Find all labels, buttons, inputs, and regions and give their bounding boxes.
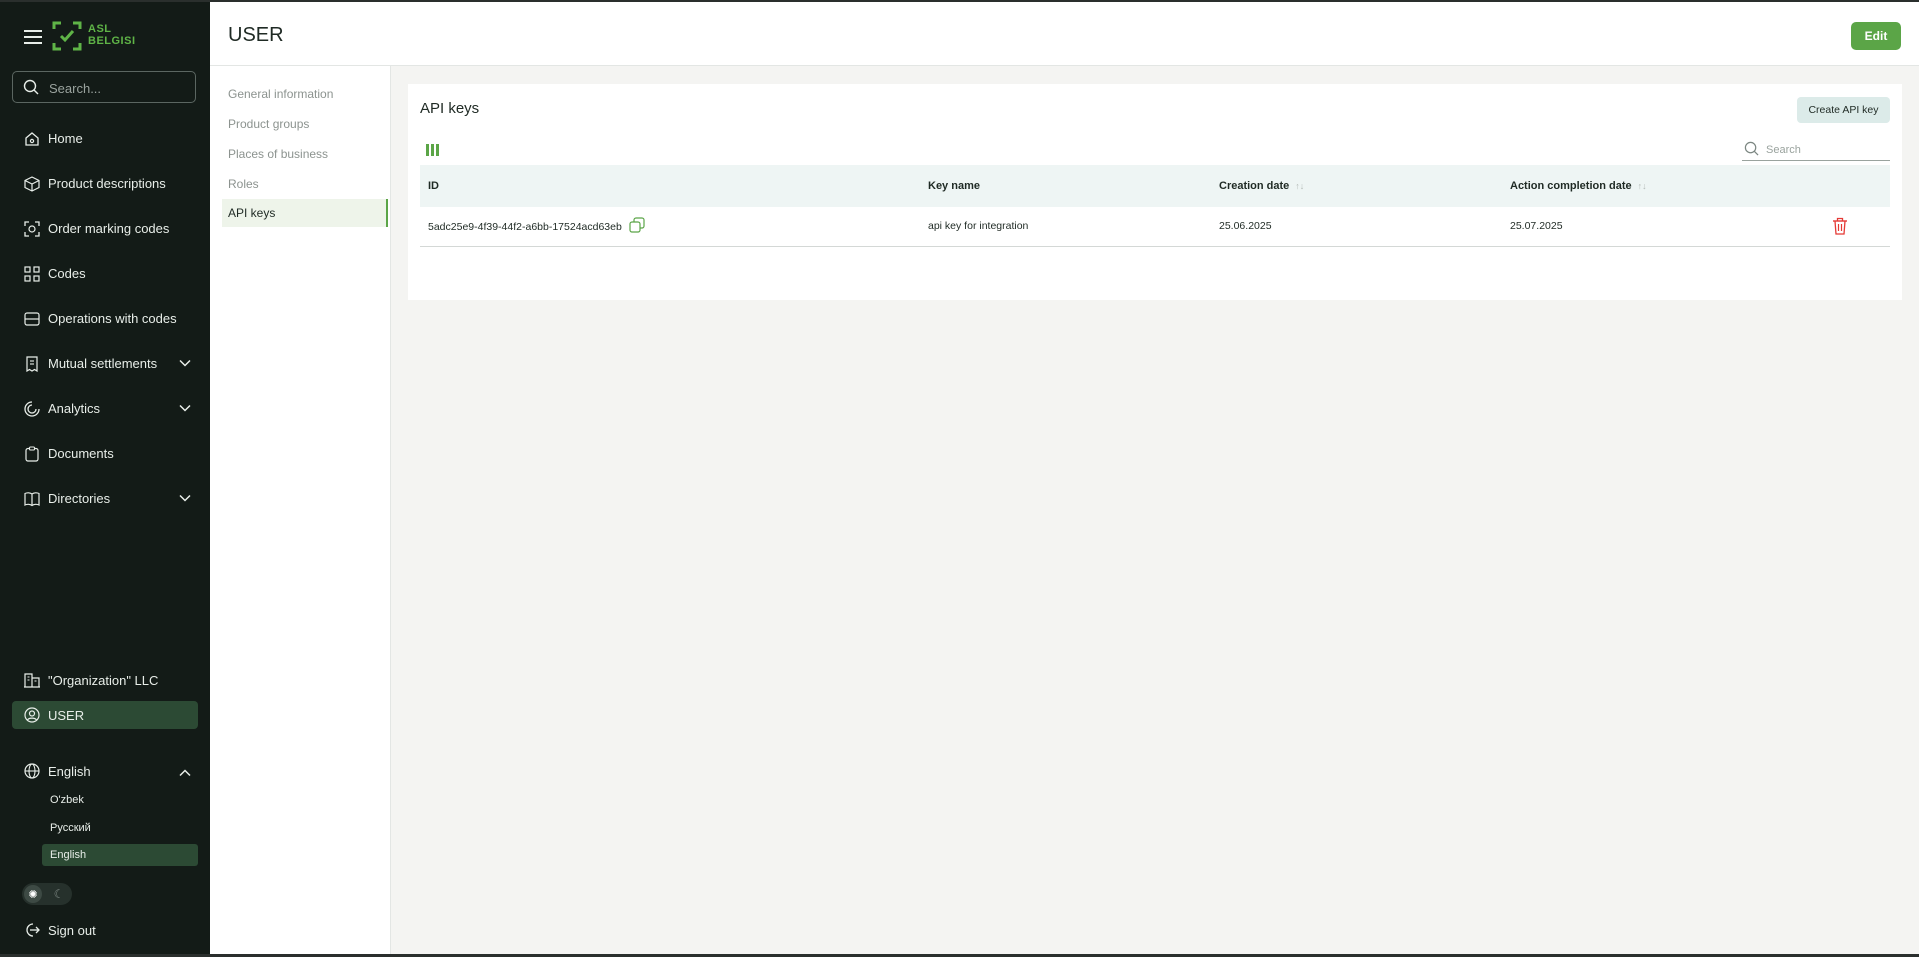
column-header-key-name: Key name: [928, 180, 980, 192]
book-icon: [22, 489, 42, 509]
api-keys-table: ID Key name Creation date ↑↓ Action comp…: [420, 165, 1890, 247]
language-option-russian[interactable]: Русский: [42, 817, 198, 839]
sidebar-item-mutual-settlements[interactable]: Mutual settlements: [12, 341, 198, 386]
home-icon: [22, 129, 42, 149]
column-header-label: ID: [428, 180, 439, 192]
language-current: English: [48, 763, 91, 779]
user-item[interactable]: USER: [12, 701, 198, 729]
table-header: ID Key name Creation date ↑↓ Action comp…: [420, 165, 1890, 207]
hamburger-menu-icon[interactable]: [24, 30, 42, 44]
sidebar-item-label: Analytics: [48, 401, 101, 416]
logo-line-2: BELGISI: [88, 35, 136, 47]
column-header-label: Creation date: [1219, 180, 1290, 192]
column-header-id: ID: [428, 180, 439, 192]
stack-icon: [22, 309, 42, 329]
box-icon: [22, 174, 42, 194]
sort-icon[interactable]: ↑↓: [1638, 181, 1647, 191]
user-name: USER: [48, 707, 85, 723]
language-option-uzbek[interactable]: O'zbek: [42, 789, 198, 811]
sidebar-item-label: Product descriptions: [48, 176, 166, 191]
sidebar-item-directories[interactable]: Directories: [12, 476, 198, 521]
sun-icon[interactable]: ✺: [24, 885, 42, 903]
logo-mark-icon: [52, 21, 82, 51]
moon-icon[interactable]: ☾: [50, 885, 68, 903]
organization-name: "Organization" LLC: [48, 672, 159, 688]
sidebar-item-order-marking-codes[interactable]: Order marking codes: [12, 206, 198, 251]
sidebar-item-label: Documents: [48, 446, 114, 461]
search-icon: [1744, 141, 1759, 156]
panel-title: API keys: [420, 100, 480, 117]
sidebar-item-label: Mutual settlements: [48, 356, 158, 371]
copy-icon[interactable]: [629, 217, 645, 233]
column-header-label: Action completion date: [1510, 180, 1632, 192]
chevron-up-icon[interactable]: [178, 766, 192, 780]
chart-icon: [22, 399, 42, 419]
column-header-label: Key name: [928, 180, 980, 192]
sign-out-label: Sign out: [48, 922, 96, 938]
tab-roles[interactable]: Roles: [222, 170, 388, 198]
sidebar-nav: Home Product descriptions Order marking …: [12, 116, 198, 521]
table-search-input[interactable]: [1764, 141, 1888, 159]
tab-general-information[interactable]: General information: [222, 80, 388, 108]
tab-product-groups[interactable]: Product groups: [222, 110, 388, 138]
brand-bar: ASL BELGISI: [0, 16, 210, 60]
scan-icon: [22, 219, 42, 239]
sidebar-item-label: Operations with codes: [48, 311, 177, 326]
sidebar-item-label: Codes: [48, 266, 86, 281]
create-api-key-button[interactable]: Create API key: [1797, 97, 1890, 123]
sidebar-search: [12, 71, 196, 103]
trash-icon[interactable]: [1832, 217, 1848, 235]
sidebar-item-operations-with-codes[interactable]: Operations with codes: [12, 296, 198, 341]
column-header-completion-date[interactable]: Action completion date ↑↓: [1510, 180, 1647, 192]
page-header: USER Edit: [210, 2, 1919, 66]
search-icon: [23, 79, 39, 95]
sidebar-item-label: Order marking codes: [48, 221, 170, 236]
cell-key-name: api key for integration: [928, 220, 1029, 232]
theme-toggle[interactable]: ✺ ☾: [22, 883, 72, 905]
sidebar-item-codes[interactable]: Codes: [12, 251, 198, 296]
organization-item[interactable]: "Organization" LLC: [12, 666, 198, 694]
chevron-down-icon[interactable]: [178, 401, 192, 415]
sidebar-item-documents[interactable]: Documents: [12, 431, 198, 476]
receipt-icon: [22, 354, 42, 374]
sidebar-item-home[interactable]: Home: [12, 116, 198, 161]
sign-out-icon: [22, 920, 42, 940]
sign-out-button[interactable]: Sign out: [12, 916, 198, 944]
clipboard-icon: [22, 444, 42, 464]
api-keys-panel: API keys Create API key ID Key name Crea…: [408, 84, 1902, 300]
chevron-down-icon[interactable]: [178, 491, 192, 505]
logo-text: ASL BELGISI: [88, 23, 136, 47]
cell-completion-date: 25.07.2025: [1510, 220, 1563, 232]
cell-id: 5adc25e9-4f39-44f2-a6bb-17524acd63eb: [428, 217, 645, 233]
chevron-down-icon[interactable]: [178, 356, 192, 370]
sidebar-item-label: Directories: [48, 491, 111, 506]
building-icon: [22, 670, 42, 690]
logo-line-1: ASL: [88, 23, 112, 35]
column-header-creation-date[interactable]: Creation date ↑↓: [1219, 180, 1304, 192]
sidebar-item-label: Home: [48, 131, 83, 146]
page-title: USER: [228, 24, 284, 46]
sidebar: ASL BELGISI Home Product descriptions: [0, 2, 210, 957]
sidebar-search-input[interactable]: [47, 78, 191, 98]
table-search: [1742, 138, 1890, 161]
api-key-id: 5adc25e9-4f39-44f2-a6bb-17524acd63eb: [428, 220, 622, 233]
language-option-english[interactable]: English: [42, 844, 198, 866]
cell-creation-date: 25.06.2025: [1219, 220, 1272, 232]
columns-settings-icon[interactable]: [426, 144, 440, 156]
code-grid-icon: [22, 264, 42, 284]
table-row: 5adc25e9-4f39-44f2-a6bb-17524acd63eb api…: [420, 207, 1890, 247]
user-icon: [22, 705, 42, 725]
language-selector[interactable]: English: [12, 757, 198, 785]
globe-icon: [22, 761, 42, 781]
edit-button[interactable]: Edit: [1851, 22, 1901, 50]
tab-api-keys[interactable]: API keys: [222, 199, 388, 227]
sidebar-item-analytics[interactable]: Analytics: [12, 386, 198, 431]
tab-places-of-business[interactable]: Places of business: [222, 140, 388, 168]
profile-subnav: General information Product groups Place…: [210, 66, 391, 957]
sort-icon[interactable]: ↑↓: [1295, 181, 1304, 191]
sidebar-item-product-descriptions[interactable]: Product descriptions: [12, 161, 198, 206]
